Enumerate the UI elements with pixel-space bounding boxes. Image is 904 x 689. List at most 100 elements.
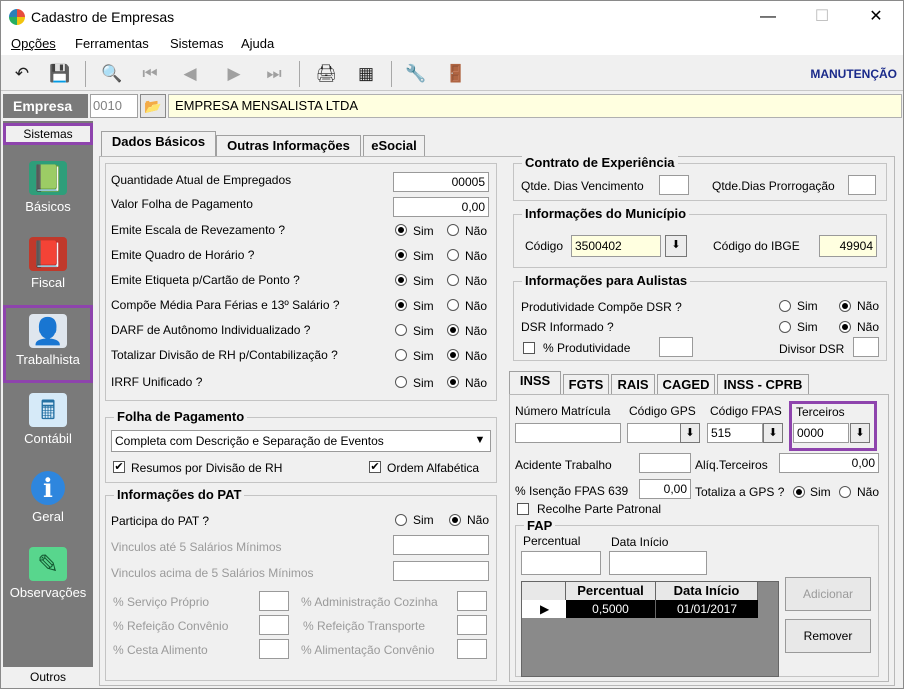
menu-ferramentas[interactable]: Ferramentas xyxy=(75,36,149,51)
remover-button[interactable]: Remover xyxy=(785,619,871,653)
tab-esocial[interactable]: eSocial xyxy=(363,135,425,157)
maximize-button[interactable]: ☐ xyxy=(799,1,845,33)
question-sim-radio[interactable] xyxy=(395,349,407,361)
chevron-down-icon[interactable]: ▼ xyxy=(470,431,490,451)
refeicao-transporte-input[interactable] xyxy=(457,615,487,635)
question-nao-radio[interactable] xyxy=(447,224,459,236)
tab-outras-informacoes[interactable]: Outras Informações xyxy=(216,135,361,157)
codigo-fpas-input[interactable]: 515 xyxy=(707,423,763,443)
totaliza-sim-radio[interactable] xyxy=(793,486,805,498)
dsr-nao-radio[interactable] xyxy=(839,321,851,333)
grid-cell-data[interactable]: 01/01/2017 xyxy=(656,600,758,618)
divisor-dsr-input[interactable] xyxy=(853,337,879,357)
sidebar-item-geral[interactable]: ℹ Geral xyxy=(3,465,93,539)
pat-nao-radio[interactable] xyxy=(449,514,461,526)
gps-lookup-arrow-icon[interactable]: ⬇ xyxy=(680,423,700,443)
ordem-alfabetica-checkbox[interactable]: ✔ xyxy=(369,461,381,473)
question-sim-radio[interactable] xyxy=(395,274,407,286)
grid-cell-percentual[interactable]: 0,5000 xyxy=(566,600,656,618)
adm-cozinha-input[interactable] xyxy=(457,591,487,611)
tab-rais[interactable]: RAIS xyxy=(611,374,655,395)
prod-nao-radio[interactable] xyxy=(839,300,851,312)
tab-caged[interactable]: CAGED xyxy=(657,374,715,395)
aliq-terceiros-input[interactable]: 0,00 xyxy=(779,453,879,473)
close-button[interactable]: ✕ xyxy=(853,1,899,33)
question-sim-radio[interactable] xyxy=(395,299,407,311)
qtd-empregados-input[interactable]: 00005 xyxy=(393,172,489,192)
question-sim-radio[interactable] xyxy=(395,376,407,388)
question-nao-radio[interactable] xyxy=(447,349,459,361)
question-sim-radio[interactable] xyxy=(395,249,407,261)
question-nao-label: Não xyxy=(465,274,488,288)
question-nao-radio[interactable] xyxy=(447,249,459,261)
dias-vencimento-input[interactable] xyxy=(659,175,689,195)
pct-produtividade-input[interactable] xyxy=(659,337,693,357)
sidebar-item-trabalhista[interactable]: 👤 Trabalhista xyxy=(3,305,93,383)
dsr-sim-radio[interactable] xyxy=(779,321,791,333)
resumos-checkbox[interactable]: ✔ xyxy=(113,461,125,473)
question-nao-radio[interactable] xyxy=(447,324,459,336)
totaliza-nao-radio[interactable] xyxy=(839,486,851,498)
prev-record-icon[interactable]: ◀ xyxy=(177,62,203,86)
minimize-button[interactable]: — xyxy=(745,1,791,33)
save-icon[interactable]: 💾 xyxy=(47,62,73,86)
question-nao-radio[interactable] xyxy=(447,274,459,286)
aliq-terceiros-label: Alíq.Terceiros xyxy=(695,458,768,472)
prod-sim-radio[interactable] xyxy=(779,300,791,312)
menu-opcoes[interactable]: Opções xyxy=(11,36,56,51)
terceiros-lookup-arrow-icon[interactable]: ⬇ xyxy=(850,423,870,443)
terceiros-input[interactable]: 0000 xyxy=(793,423,849,443)
exit-icon[interactable]: 🚪 xyxy=(443,62,469,86)
empresa-code-input[interactable]: 0010 xyxy=(90,94,138,118)
tab-inss[interactable]: INSS xyxy=(509,371,561,394)
calculator-icon[interactable]: ▦ xyxy=(353,62,379,86)
preview-icon[interactable]: 🔍 xyxy=(99,62,125,86)
tools-icon[interactable]: 🔧 xyxy=(403,62,429,86)
refeicao-convenio-input[interactable] xyxy=(259,615,289,635)
pct-produtividade-checkbox[interactable] xyxy=(523,342,535,354)
sidebar-footer[interactable]: Outros xyxy=(3,667,93,687)
acidente-trabalho-input[interactable] xyxy=(639,453,691,473)
menu-sistemas[interactable]: Sistemas xyxy=(170,36,223,51)
tab-dados-basicos[interactable]: Dados Básicos xyxy=(101,131,216,157)
codigo-gps-input[interactable] xyxy=(627,423,681,443)
codigo-municipio-input[interactable]: 3500402 xyxy=(571,235,661,257)
fap-data-input[interactable] xyxy=(609,551,707,575)
open-folder-icon[interactable]: 📂 xyxy=(140,94,166,118)
matricula-input[interactable] xyxy=(515,423,621,443)
fpas-lookup-arrow-icon[interactable]: ⬇ xyxy=(763,423,783,443)
recolhe-patronal-checkbox[interactable] xyxy=(517,503,529,515)
lookup-arrow-icon[interactable]: ⬇ xyxy=(665,235,687,257)
pat-sim-radio[interactable] xyxy=(395,514,407,526)
fap-percentual-input[interactable] xyxy=(521,551,601,575)
vinculos-acima5-input[interactable] xyxy=(393,561,489,581)
last-record-icon[interactable]: ⏭ xyxy=(261,62,287,86)
vinculos-ate5-input[interactable] xyxy=(393,535,489,555)
question-sim-radio[interactable] xyxy=(395,324,407,336)
tab-inss-cprb[interactable]: INSS - CPRB xyxy=(717,374,809,395)
sidebar-item-fiscal[interactable]: 📕 Fiscal xyxy=(3,231,93,305)
grid-header-data[interactable]: Data Início xyxy=(656,582,758,600)
alimentacao-convenio-input[interactable] xyxy=(457,639,487,659)
undo-icon[interactable]: ↶ xyxy=(9,62,35,86)
dias-prorrogacao-input[interactable] xyxy=(848,175,876,195)
grid-header-percentual[interactable]: Percentual xyxy=(566,582,656,600)
next-record-icon[interactable]: ▶ xyxy=(221,62,247,86)
question-nao-radio[interactable] xyxy=(447,299,459,311)
sidebar-item-observacoes[interactable]: ✎ Observações xyxy=(3,541,93,615)
cesta-alimento-input[interactable] xyxy=(259,639,289,659)
adicionar-button[interactable]: Adicionar xyxy=(785,577,871,611)
question-sim-radio[interactable] xyxy=(395,224,407,236)
folha-select[interactable]: Completa com Descrição e Separação de Ev… xyxy=(111,430,491,452)
tab-fgts[interactable]: FGTS xyxy=(563,374,609,395)
menu-ajuda[interactable]: Ajuda xyxy=(241,36,274,51)
question-nao-radio[interactable] xyxy=(447,376,459,388)
sidebar-header[interactable]: Sistemas xyxy=(3,123,93,145)
sidebar-item-basicos[interactable]: 📗 Básicos xyxy=(3,155,93,229)
first-record-icon[interactable]: ⏮ xyxy=(137,62,163,86)
print-icon[interactable]: 🖨 xyxy=(313,62,339,86)
servico-proprio-input[interactable] xyxy=(259,591,289,611)
valor-folha-input[interactable]: 0,00 xyxy=(393,197,489,217)
sidebar-item-contabil[interactable]: 🖩 Contábil xyxy=(3,387,93,461)
isencao-fpas-input[interactable]: 0,00 xyxy=(639,479,691,499)
